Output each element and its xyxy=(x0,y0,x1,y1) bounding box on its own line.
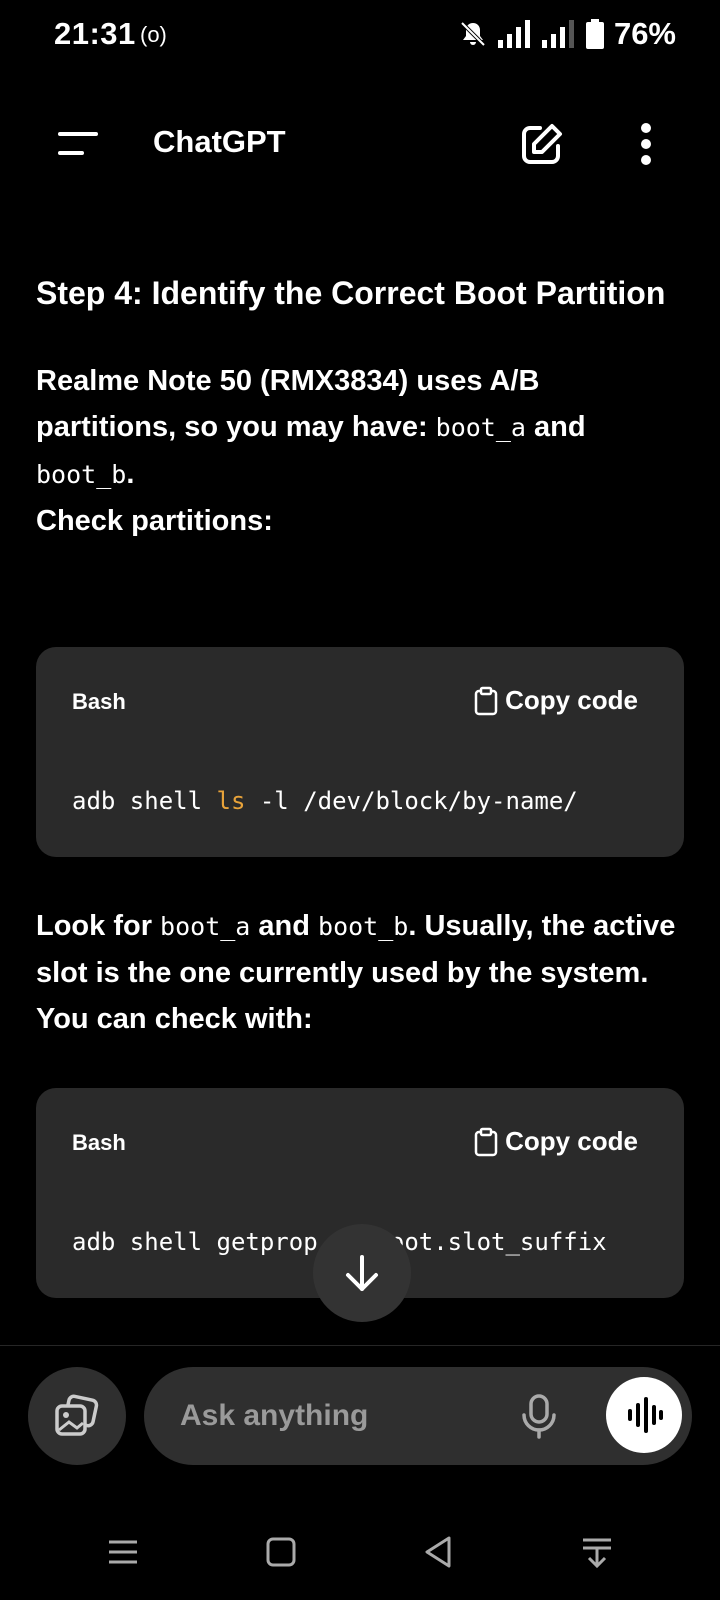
p1-text-2: and xyxy=(525,411,586,443)
p1-text-3: . xyxy=(126,458,135,490)
p2-code-boot-a: boot_a xyxy=(160,912,251,941)
copy-code-label: Copy code xyxy=(505,685,638,715)
more-vertical-icon[interactable] xyxy=(626,120,666,170)
voice-mode-button[interactable] xyxy=(606,1377,682,1453)
code-language-label: Bash xyxy=(72,689,126,714)
paragraph-1: Realme Note 50 (RMX3834) uses A/B partit… xyxy=(36,358,686,544)
code-keyword: ls xyxy=(216,787,246,815)
code-block-1: Bash Copy code adb shell ls -l /dev/bloc… xyxy=(36,647,684,857)
mute-bell-icon xyxy=(460,21,486,47)
paragraph-2: Look for boot_a and boot_b. Usually, the… xyxy=(36,903,686,1042)
scroll-to-bottom-button[interactable] xyxy=(313,1224,411,1322)
battery-icon xyxy=(585,19,604,49)
attach-images-button[interactable] xyxy=(28,1367,126,1465)
signal-icon-2 xyxy=(541,20,574,48)
p2-text-1: Look for xyxy=(36,910,161,942)
voice-waveform-icon xyxy=(628,1397,663,1433)
copy-code-button[interactable]: Copy code xyxy=(473,1126,638,1157)
copy-code-label: Copy code xyxy=(505,1126,638,1156)
hotspot-icon: (o) xyxy=(140,22,167,47)
step-heading: Step 4: Identify the Correct Boot Partit… xyxy=(36,275,666,311)
copy-code-button[interactable]: Copy code xyxy=(473,685,638,716)
p1-code-boot-b: boot_b xyxy=(36,460,127,489)
p2-code-boot-b: boot_b xyxy=(318,912,409,941)
clipboard-icon xyxy=(474,1127,498,1156)
code-language-label: Bash xyxy=(72,1130,126,1155)
signal-icon-1 xyxy=(497,20,530,48)
home-icon[interactable] xyxy=(261,1532,301,1572)
notification-pull-icon[interactable] xyxy=(577,1532,617,1572)
images-icon xyxy=(55,1394,99,1436)
app-header: ChatGPT xyxy=(0,100,720,190)
chat-input[interactable]: Ask anything xyxy=(144,1367,692,1465)
app-title: ChatGPT xyxy=(153,124,286,159)
back-icon[interactable] xyxy=(419,1532,459,1572)
menu-icon[interactable] xyxy=(52,122,102,166)
p1-code-boot-a: boot_a xyxy=(435,413,526,442)
clipboard-icon xyxy=(474,686,498,715)
p1-line-2: Check partitions: xyxy=(36,505,273,537)
recents-menu-icon[interactable] xyxy=(103,1532,143,1572)
status-time: 21:31 xyxy=(54,16,136,51)
message-content: Step 4: Identify the Correct Boot Partit… xyxy=(36,270,686,544)
status-bar: 21:31 (o) 76% xyxy=(0,0,720,72)
composer-divider xyxy=(0,1345,720,1346)
code-pre: adb shell xyxy=(72,787,217,815)
status-icons: 76% xyxy=(458,16,676,52)
p2-text-2: and xyxy=(250,910,319,942)
mic-icon[interactable] xyxy=(514,1391,564,1441)
new-chat-icon[interactable] xyxy=(516,120,566,170)
code-line: adb shell ls -l /dev/block/by-name/ xyxy=(72,787,578,815)
chat-input-placeholder: Ask anything xyxy=(180,1399,369,1432)
battery-percent: 76% xyxy=(613,16,676,51)
system-nav-bar xyxy=(0,1510,720,1600)
arrow-down-icon xyxy=(346,1255,378,1291)
code-post: -l /dev/block/by-name/ xyxy=(245,787,578,815)
